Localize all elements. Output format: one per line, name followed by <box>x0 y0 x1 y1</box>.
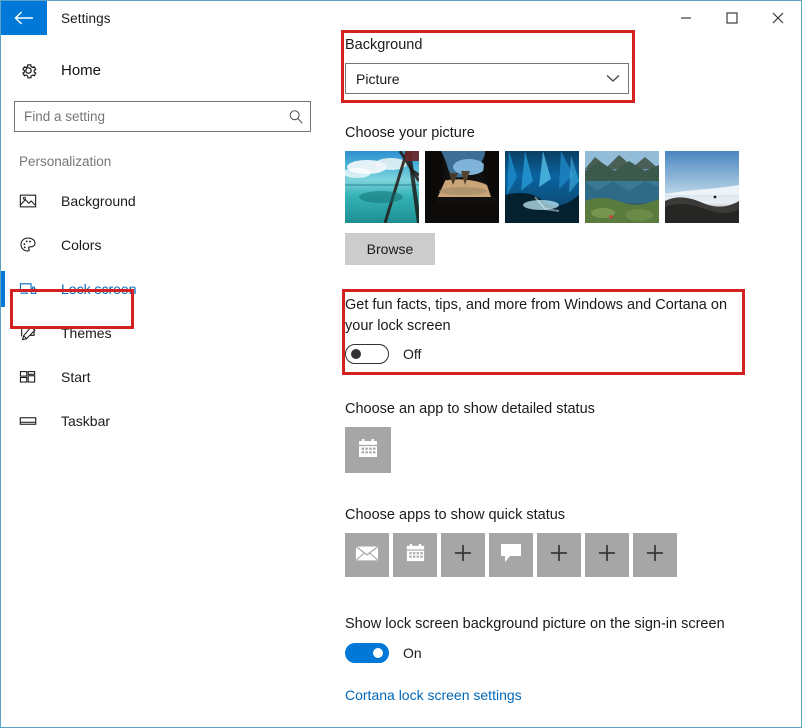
detailed-status-label: Choose an app to show detailed status <box>345 401 595 417</box>
minimize-button[interactable] <box>663 1 709 35</box>
sidebar-item-lock-screen[interactable]: Lock screen <box>1 267 334 311</box>
wallpaper-thumbnail[interactable] <box>585 151 659 223</box>
quick-status-tile-messaging[interactable] <box>489 533 533 577</box>
content-pane: Background Picture Choose your picture B… <box>334 35 801 727</box>
calendar-icon <box>356 436 380 465</box>
window-title: Settings <box>61 10 111 26</box>
sidebar-item-label: Start <box>61 369 91 385</box>
fun-facts-state: Off <box>403 346 422 362</box>
toggle-knob <box>351 349 361 359</box>
back-button[interactable] <box>1 1 47 35</box>
sidebar-item-label: Background <box>61 193 136 209</box>
search-input[interactable] <box>15 103 282 130</box>
plus-icon <box>549 543 569 568</box>
title-bar: Settings <box>1 1 801 35</box>
gear-icon <box>19 61 51 80</box>
quick-status-tile-add[interactable] <box>537 533 581 577</box>
calendar-icon <box>404 541 427 569</box>
close-icon <box>772 12 784 24</box>
sidebar-item-colors[interactable]: Colors <box>2 223 334 267</box>
settings-window: Settings Home Find a setting Personaliza… <box>0 0 802 728</box>
browse-button[interactable]: Browse <box>345 233 435 265</box>
detailed-status-app-tile[interactable] <box>345 427 391 473</box>
signin-picture-toggle-row: On <box>345 643 422 663</box>
signin-picture-toggle[interactable] <box>345 643 389 663</box>
start-grid-icon <box>19 368 49 386</box>
close-button[interactable] <box>755 1 801 35</box>
choose-picture-label: Choose your picture <box>345 125 475 141</box>
fun-facts-toggle[interactable] <box>345 344 389 364</box>
sidebar-nav-list: Background Colors Lock screen Themes Sta… <box>1 179 334 443</box>
mail-icon <box>355 543 379 568</box>
quick-status-tiles <box>345 533 677 577</box>
toggle-knob <box>373 648 383 658</box>
cortana-lock-screen-settings-link[interactable]: Cortana lock screen settings <box>345 687 522 703</box>
sidebar-item-label: Themes <box>61 325 112 341</box>
background-type-value: Picture <box>356 70 400 87</box>
search-box[interactable] <box>14 101 311 132</box>
plus-icon <box>453 543 473 568</box>
plus-icon <box>645 543 665 568</box>
minimize-icon <box>681 17 691 19</box>
maximize-button[interactable] <box>709 1 755 35</box>
sidebar-item-taskbar[interactable]: Taskbar <box>2 399 334 443</box>
sidebar-item-start[interactable]: Start <box>2 355 334 399</box>
picture-thumbnails <box>345 151 739 223</box>
quick-status-tile-add[interactable] <box>441 533 485 577</box>
sidebar-item-label: Lock screen <box>61 281 137 297</box>
message-bubble-icon <box>499 542 523 569</box>
quick-status-tile-add[interactable] <box>585 533 629 577</box>
wallpaper-thumbnail[interactable] <box>345 151 419 223</box>
quick-status-label: Choose apps to show quick status <box>345 507 566 523</box>
picture-icon <box>19 192 49 210</box>
taskbar-icon <box>19 412 49 430</box>
sidebar-item-themes[interactable]: Themes <box>2 311 334 355</box>
maximize-icon <box>726 12 738 24</box>
sidebar-item-background[interactable]: Background <box>2 179 334 223</box>
palette-icon <box>19 236 49 254</box>
wallpaper-thumbnail[interactable] <box>505 151 579 223</box>
sidebar-home-label: Home <box>61 61 102 79</box>
back-arrow-icon <box>14 11 33 25</box>
sidebar-item-home[interactable]: Home <box>2 51 334 89</box>
sidebar-item-label: Colors <box>61 237 102 253</box>
quick-status-tile-calendar[interactable] <box>393 533 437 577</box>
sidebar-item-label: Taskbar <box>61 413 111 429</box>
sidebar-section-title: Personalization <box>19 154 112 169</box>
search-icon[interactable] <box>282 109 310 125</box>
quick-status-tile-add[interactable] <box>633 533 677 577</box>
themes-brush-icon <box>19 324 49 342</box>
signin-picture-state: On <box>403 645 422 661</box>
wallpaper-thumbnail[interactable] <box>425 151 499 223</box>
background-label: Background <box>345 37 423 53</box>
quick-status-tile-mail[interactable] <box>345 533 389 577</box>
sidebar: Home Personalization <box>1 35 334 727</box>
background-type-select[interactable]: Picture <box>345 63 629 94</box>
lock-screen-icon <box>19 280 49 298</box>
plus-icon <box>597 543 617 568</box>
fun-facts-toggle-row: Off <box>345 344 421 364</box>
wallpaper-thumbnail[interactable] <box>665 151 739 223</box>
chevron-down-icon <box>598 74 628 83</box>
fun-facts-label: Get fun facts, tips, and more from Windo… <box>345 297 728 334</box>
window-controls <box>663 1 801 35</box>
signin-picture-label: Show lock screen background picture on t… <box>345 616 725 632</box>
